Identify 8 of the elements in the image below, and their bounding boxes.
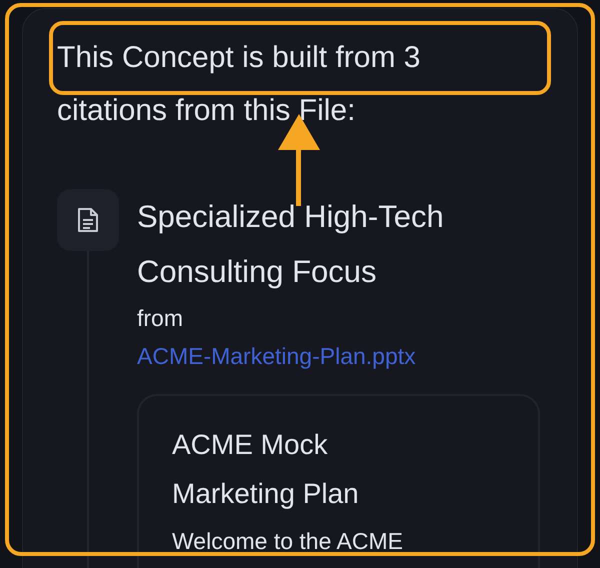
file-link[interactable]: ACME-Marketing-Plan.pptx (137, 337, 416, 375)
concept-heading: This Concept is built from 3 (57, 40, 420, 76)
preview-body: Welcome to the ACME (172, 527, 404, 556)
preview-title: ACME Mock Marketing Plan (172, 428, 360, 511)
document-icon (76, 207, 100, 233)
from-label: from (137, 304, 184, 333)
concept-heading-continued: citations from this File: (57, 93, 356, 129)
citation-title: Specialized High-Tech Consulting Focus (137, 198, 445, 291)
